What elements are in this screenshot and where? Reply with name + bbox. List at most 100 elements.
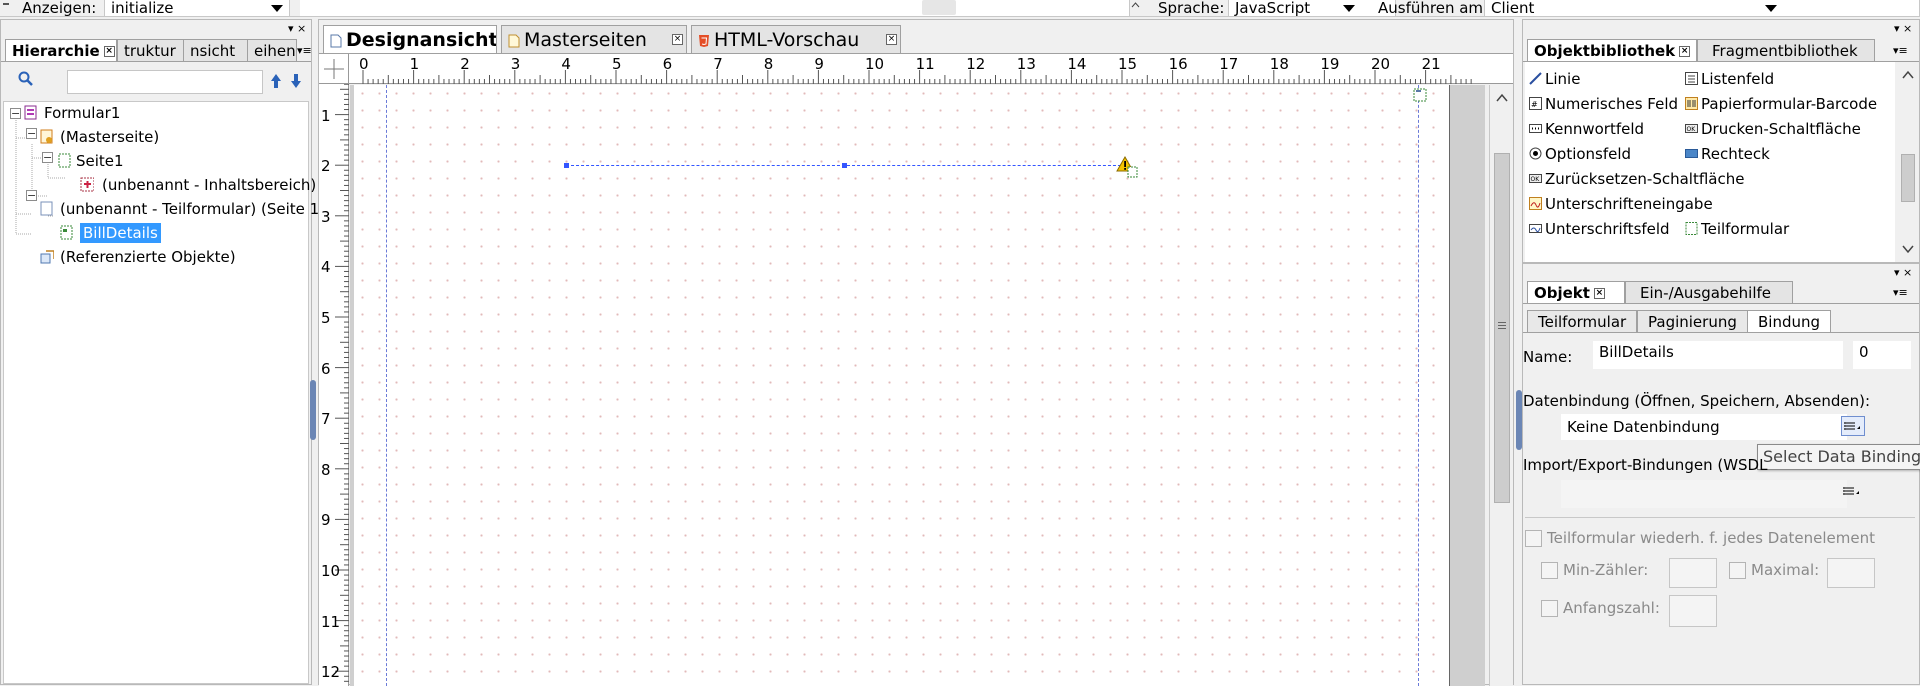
tab-menu-icon[interactable]: ▾≡ bbox=[1893, 44, 1908, 57]
tab-reihenfolge[interactable]: eihen bbox=[247, 39, 297, 61]
left-splitter-handle[interactable] bbox=[310, 380, 316, 440]
tree-collapse-toggle[interactable]: − bbox=[10, 108, 21, 119]
tree-collapse-toggle[interactable]: − bbox=[42, 152, 53, 163]
show-event-select[interactable]: initialize bbox=[104, 0, 290, 17]
data-binding-input[interactable]: Keine Datenbindung bbox=[1561, 414, 1847, 440]
initial-count-checkbox[interactable] bbox=[1541, 600, 1558, 617]
selection-handle[interactable] bbox=[842, 163, 847, 168]
svg-text:OK: OK bbox=[1531, 176, 1541, 183]
subtab-bindung[interactable]: Bindung bbox=[1747, 310, 1832, 332]
lib-label: Listenfeld bbox=[1701, 70, 1775, 88]
tree-label: Seite1 bbox=[76, 152, 124, 170]
spinner-icon[interactable] bbox=[1130, 1, 1141, 16]
lib-item-teilformular[interactable]: Teilformular bbox=[1685, 220, 1789, 238]
tree-collapse-toggle[interactable]: − bbox=[26, 190, 37, 201]
scroll-down-icon[interactable] bbox=[1902, 244, 1914, 254]
lib-item-drucken-schaltflaeche[interactable]: OK Drucken-Schaltfläche bbox=[1685, 120, 1861, 138]
tab-fragmentbibliothek[interactable]: Fragmentbibliothek bbox=[1697, 39, 1875, 61]
svg-text:OK: OK bbox=[1687, 126, 1697, 133]
tab-ansicht[interactable]: nsicht bbox=[183, 39, 249, 61]
tree-collapse-toggle[interactable]: − bbox=[26, 128, 37, 139]
lib-item-unterschriftsfeld[interactable]: Unterschriftsfeld bbox=[1529, 220, 1670, 238]
panel-options-icon[interactable]: ▾ × bbox=[1894, 266, 1912, 279]
warning-icon[interactable] bbox=[1116, 156, 1138, 178]
lib-item-linie[interactable]: Linie bbox=[1529, 70, 1580, 88]
tab-label: truktur bbox=[124, 42, 176, 60]
content-area-icon bbox=[80, 177, 94, 192]
vertical-ruler: 1 2 3 4 5 6 7 8 9 10 11 12 bbox=[319, 84, 349, 686]
library-scrollbar[interactable] bbox=[1897, 64, 1919, 260]
html5-icon bbox=[699, 35, 709, 47]
import-export-menu-icon[interactable] bbox=[1841, 482, 1863, 502]
print-button-icon: OK bbox=[1685, 124, 1698, 133]
tab-menu-icon[interactable]: ▾≡ bbox=[297, 44, 312, 57]
subtab-teilformular[interactable]: Teilformular bbox=[1527, 310, 1638, 332]
lib-item-kennwortfeld[interactable]: Kennwortfeld bbox=[1529, 120, 1644, 138]
lib-item-numerisches-feld[interactable]: # Numerisches Feld bbox=[1529, 95, 1678, 113]
initial-count-input bbox=[1669, 595, 1717, 627]
run-at-select[interactable]: Client bbox=[1484, 0, 1920, 17]
arrow-down-icon[interactable] bbox=[289, 72, 303, 90]
max-count-checkbox[interactable] bbox=[1729, 562, 1746, 579]
tab-designansicht[interactable]: Designansicht bbox=[323, 25, 497, 53]
tab-hierarchie[interactable]: Hierarchie × bbox=[5, 39, 117, 61]
scrollbar-thumb[interactable] bbox=[1901, 154, 1915, 202]
scroll-up-icon[interactable] bbox=[1902, 70, 1914, 80]
lib-item-papierformular-barcode[interactable]: Papierformular-Barcode bbox=[1685, 95, 1877, 113]
lib-item-listenfeld[interactable]: Listenfeld bbox=[1685, 70, 1774, 88]
search-icon[interactable] bbox=[17, 70, 35, 88]
grip-icon bbox=[1498, 322, 1506, 323]
subtab-paginierung[interactable]: Paginierung bbox=[1637, 310, 1748, 332]
ruler-corner bbox=[319, 54, 349, 84]
import-export-label: Import/Export-Bindungen (WSDL bbox=[1523, 456, 1768, 474]
ruler-number: 2 bbox=[321, 157, 331, 176]
rectangle-icon bbox=[1685, 149, 1698, 158]
tab-objekt[interactable]: Objekt × bbox=[1527, 281, 1625, 303]
repeat-subform-checkbox[interactable] bbox=[1525, 530, 1542, 547]
ruler-number: 2 bbox=[460, 55, 470, 73]
scrollbar-thumb[interactable] bbox=[1494, 153, 1510, 503]
scroll-grip[interactable] bbox=[922, 0, 956, 15]
tab-menu-icon[interactable]: ▾≡ bbox=[1893, 286, 1908, 299]
vertical-scrollbar[interactable] bbox=[1489, 85, 1513, 686]
tab-struktur[interactable]: truktur bbox=[117, 39, 191, 61]
hierarchy-search-input[interactable] bbox=[67, 70, 263, 94]
tab-html-vorschau[interactable]: HTML-Vorschau × bbox=[691, 25, 901, 53]
ruler-number: 6 bbox=[321, 359, 331, 378]
tree-label: (unbenannt - Inhaltsbereich) bbox=[102, 176, 317, 194]
page-surface[interactable] bbox=[354, 85, 1450, 686]
select-data-binding-button[interactable] bbox=[1841, 416, 1865, 436]
ruler-number: 13 bbox=[1016, 55, 1036, 73]
subtab-label: Paginierung bbox=[1648, 313, 1737, 331]
lib-item-rechteck[interactable]: Rechteck bbox=[1685, 145, 1770, 163]
close-icon[interactable]: × bbox=[672, 34, 683, 45]
page-marker-icon bbox=[1412, 87, 1428, 103]
numeric-field-icon: # bbox=[1529, 97, 1542, 110]
close-icon[interactable]: × bbox=[886, 34, 897, 45]
ruler-number: 4 bbox=[321, 258, 331, 277]
lib-item-optionsfeld[interactable]: Optionsfeld bbox=[1529, 145, 1631, 163]
lib-item-unterschrifteneingabe[interactable]: Unterschrifteneingabe bbox=[1529, 195, 1713, 213]
lib-label: Unterschriftsfeld bbox=[1545, 220, 1670, 238]
close-icon[interactable]: × bbox=[103, 46, 115, 57]
selection-handle[interactable] bbox=[564, 163, 569, 168]
close-icon[interactable]: × bbox=[1593, 288, 1605, 299]
tab-ein-ausgabehilfe[interactable]: Ein-/Ausgabehilfe bbox=[1625, 281, 1793, 303]
panel-options-icon[interactable]: ▾ × bbox=[1894, 22, 1912, 35]
ruler-number: 11 bbox=[321, 612, 341, 631]
show-event-value: initialize bbox=[111, 0, 174, 17]
page-icon bbox=[330, 34, 342, 48]
lib-item-zuruecksetzen-schaltflaeche[interactable]: OK Zurücksetzen-Schaltfläche bbox=[1529, 170, 1744, 188]
arrow-up-icon[interactable] bbox=[269, 72, 283, 90]
scroll-up-icon[interactable] bbox=[1496, 93, 1508, 103]
name-input[interactable]: BillDetails bbox=[1593, 341, 1843, 369]
tab-divider bbox=[1523, 303, 1919, 304]
min-count-checkbox[interactable] bbox=[1541, 562, 1558, 579]
tab-masterseiten[interactable]: Masterseiten × bbox=[501, 25, 687, 53]
close-icon[interactable]: × bbox=[1679, 46, 1691, 57]
language-select[interactable]: JavaScript bbox=[1228, 0, 1396, 17]
panel-options-icon[interactable]: ▾ × bbox=[288, 22, 306, 35]
tab-objektbibliothek[interactable]: Objektbibliothek × bbox=[1527, 39, 1697, 61]
lib-label: Numerisches Feld bbox=[1545, 95, 1679, 113]
design-canvas[interactable] bbox=[350, 85, 1485, 686]
